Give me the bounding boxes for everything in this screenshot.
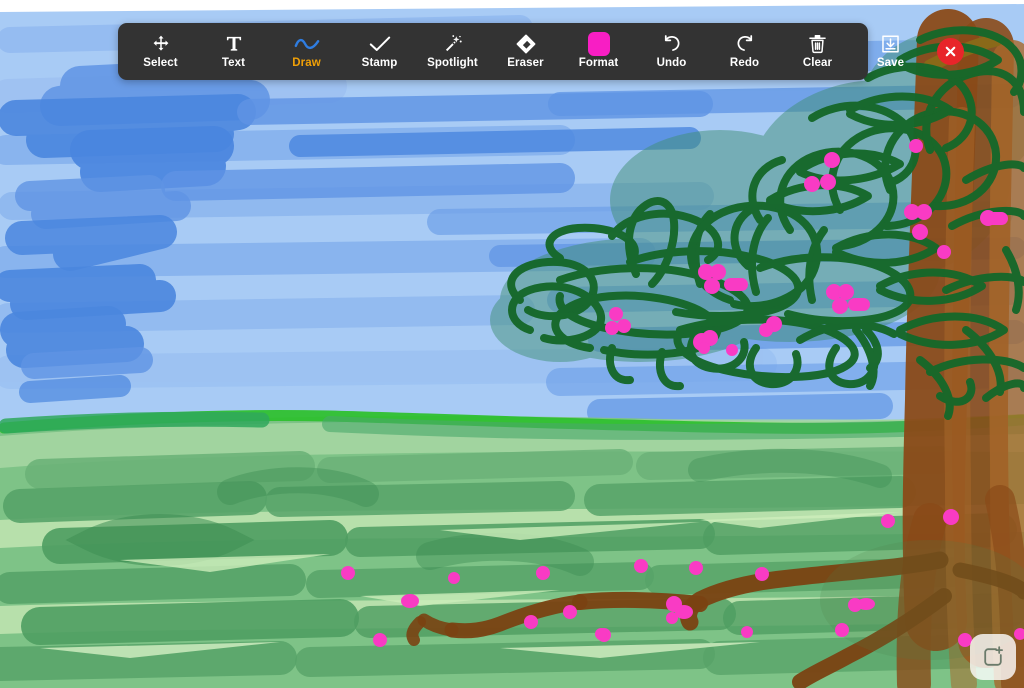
tool-draw[interactable]: Draw: [270, 25, 343, 78]
tool-label-clear: Clear: [802, 57, 833, 70]
format-color-swatch: [587, 32, 610, 57]
tool-label-text: Text: [221, 57, 246, 70]
tool-select[interactable]: Select: [124, 25, 197, 78]
tool-label-redo: Redo: [729, 57, 760, 70]
tool-format[interactable]: Format: [562, 25, 635, 78]
redo-arrow-icon: [734, 33, 756, 55]
tool-label-select: Select: [143, 57, 178, 70]
tool-label-eraser: Eraser: [507, 57, 544, 70]
tool-label-draw: Draw: [292, 57, 321, 70]
wave-line-icon: [294, 33, 320, 55]
tool-label-format: Format: [578, 57, 619, 70]
color-swatch-icon: [587, 32, 610, 57]
tool-label-undo: Undo: [656, 57, 687, 70]
tool-clear[interactable]: Clear: [781, 25, 854, 78]
tool-eraser[interactable]: Eraser: [489, 25, 562, 78]
undo-arrow-icon: [661, 33, 683, 55]
tool-redo[interactable]: Redo: [708, 25, 781, 78]
tool-text[interactable]: Text: [197, 25, 270, 78]
annotation-toolbar: Select Text Draw Stamp Spotlight Eraser …: [118, 23, 964, 80]
tool-save[interactable]: Save: [854, 25, 927, 78]
tool-stamp[interactable]: Stamp: [343, 25, 416, 78]
tool-label-stamp: Stamp: [361, 57, 398, 70]
eraser-icon: [515, 33, 537, 55]
save-download-icon: [880, 33, 901, 55]
drawing-canvas[interactable]: [0, 0, 1024, 688]
close-button[interactable]: [937, 38, 964, 65]
tool-undo[interactable]: Undo: [635, 25, 708, 78]
move-arrows-icon: [151, 33, 171, 55]
trash-can-icon: [807, 33, 828, 55]
checkmark-icon: [369, 33, 391, 55]
artwork-svg: [0, 0, 1024, 688]
tool-spotlight[interactable]: Spotlight: [416, 25, 489, 78]
new-page-button[interactable]: [970, 634, 1016, 680]
close-x-icon: [943, 44, 958, 59]
text-t-icon: [224, 33, 244, 55]
annotation-app: Select Text Draw Stamp Spotlight Eraser …: [0, 0, 1024, 688]
new-page-plus-icon: [980, 644, 1006, 670]
magic-wand-icon: [442, 33, 464, 55]
tool-label-spotlight: Spotlight: [427, 57, 478, 70]
tool-label-save: Save: [876, 57, 905, 70]
